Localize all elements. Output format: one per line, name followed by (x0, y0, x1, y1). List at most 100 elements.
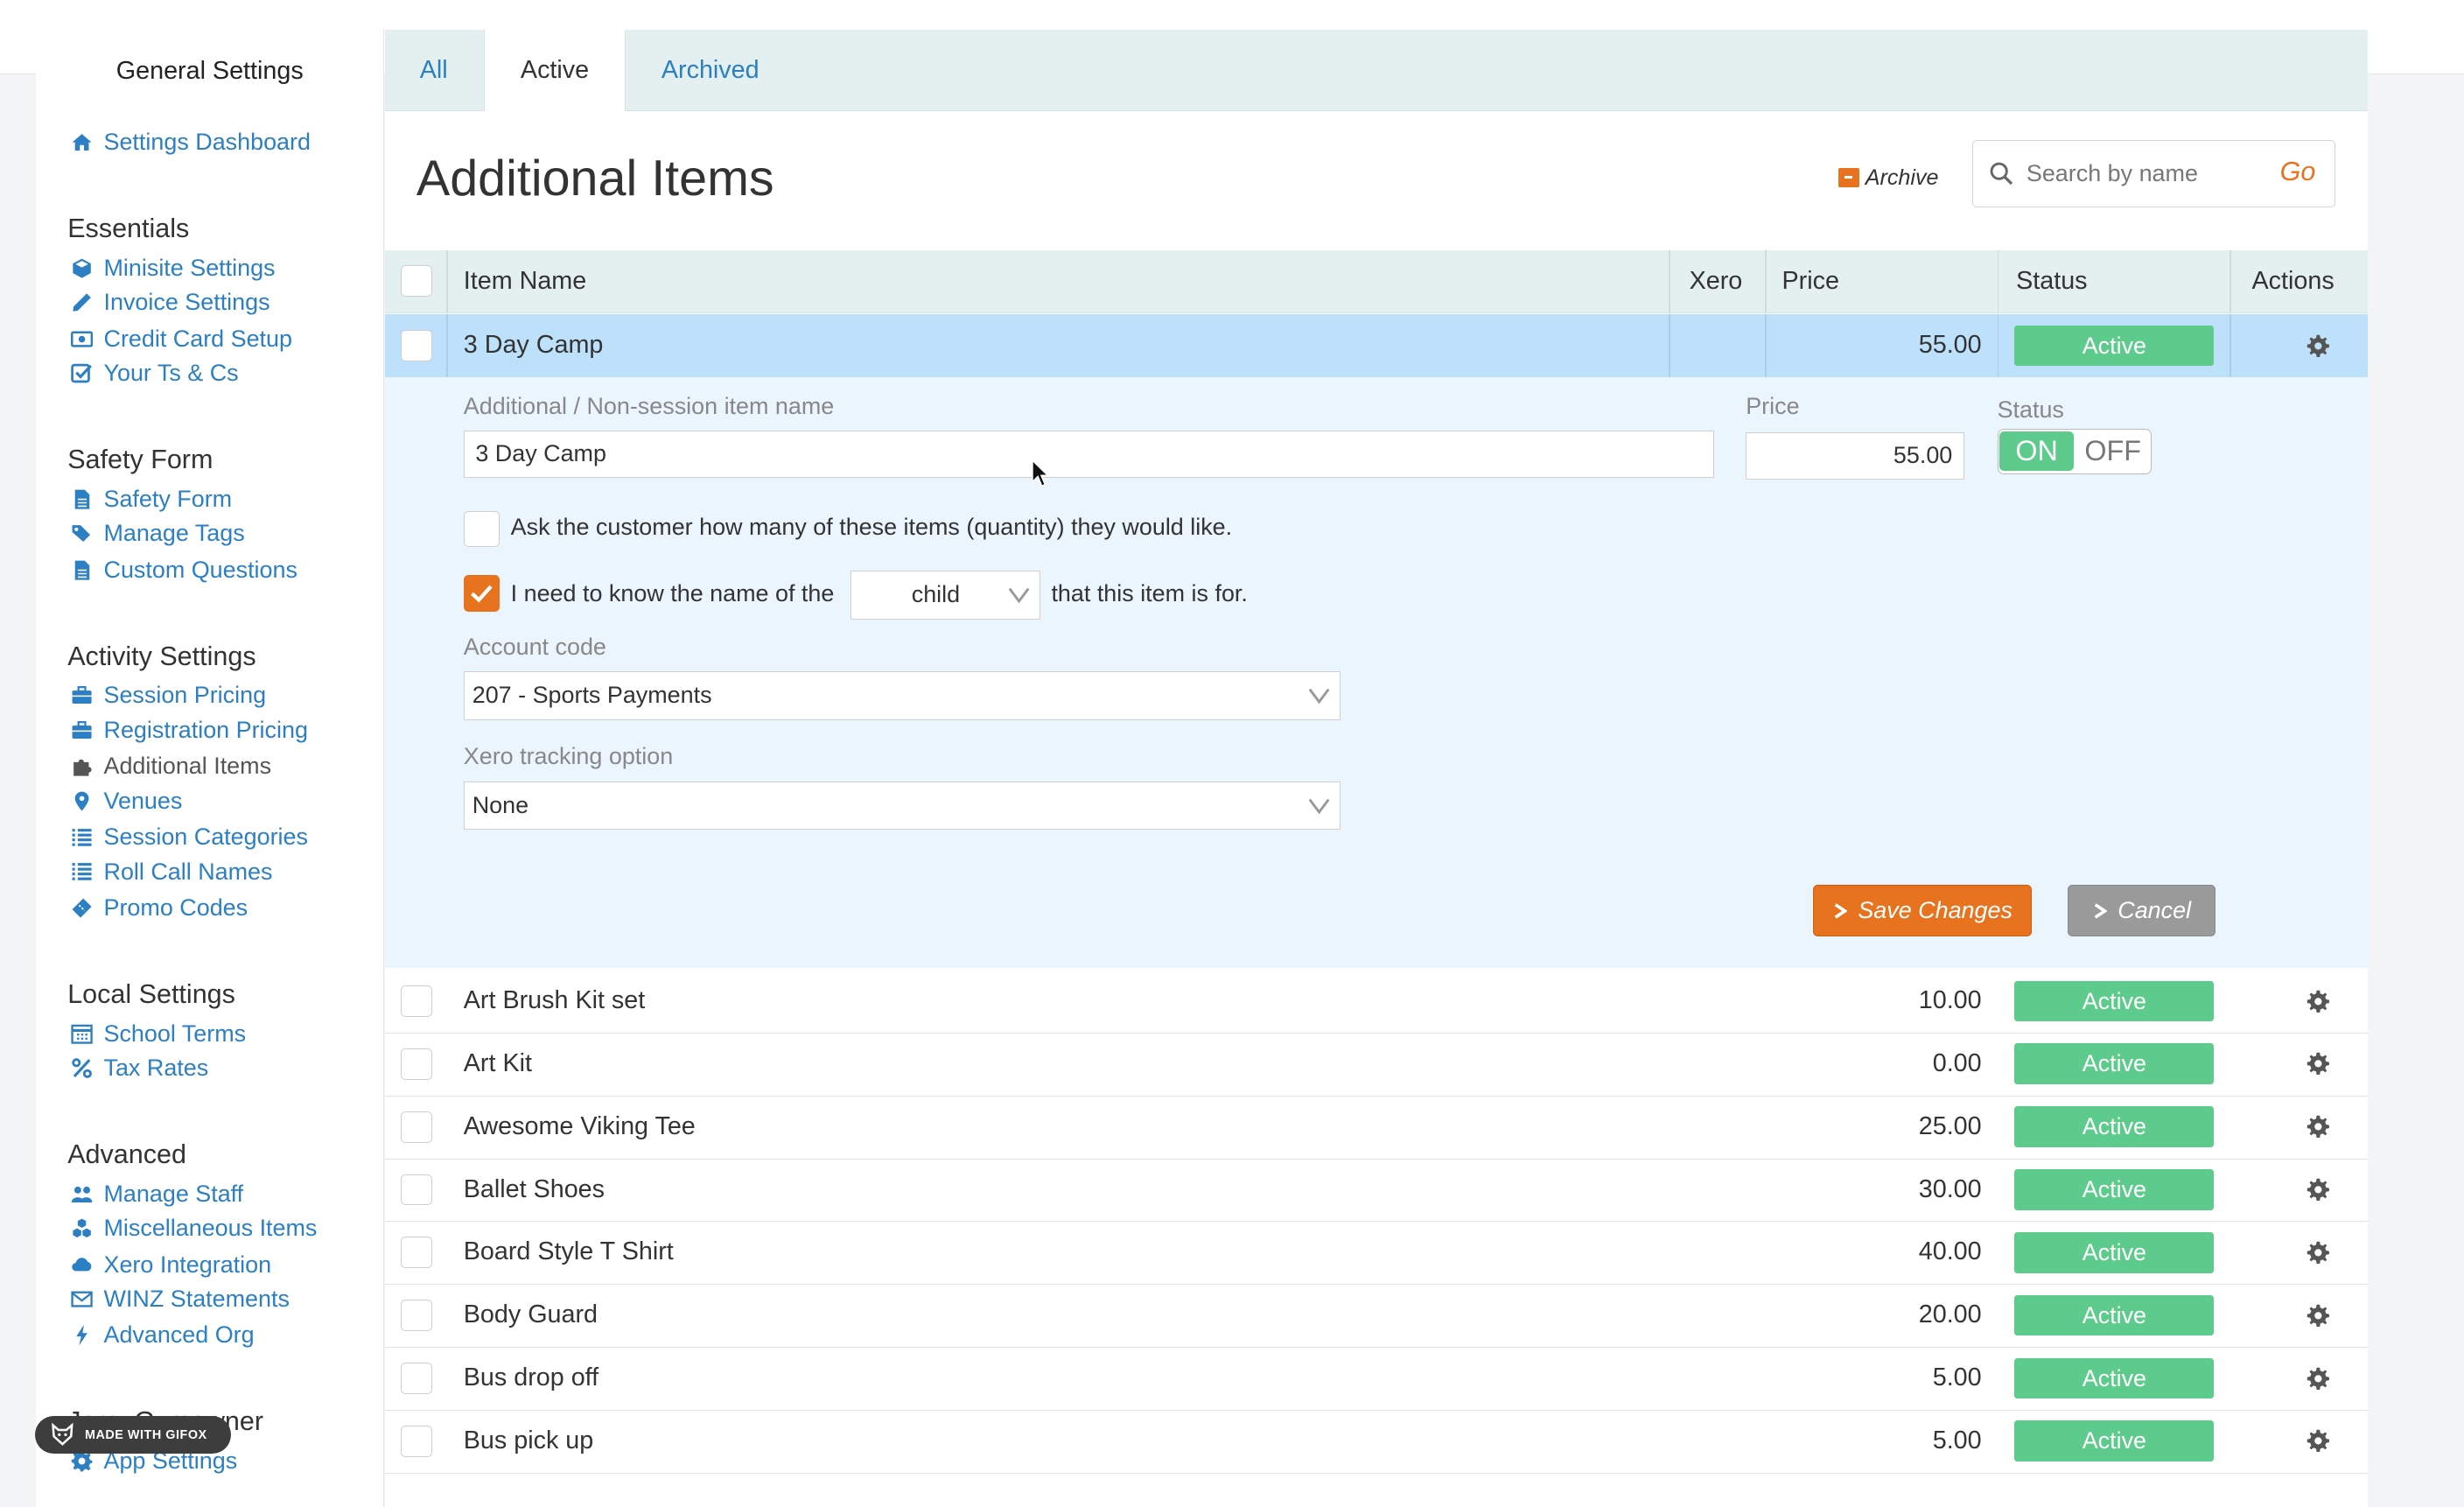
sidebar-item-label: Promo Codes (103, 894, 248, 921)
table-row-selected[interactable]: 3 Day Camp 55.00 Active (384, 314, 2369, 377)
sidebar-item-roll-call-names[interactable]: Roll Call Names (69, 859, 273, 886)
archive-icon (1838, 168, 1859, 187)
row-checkbox[interactable] (400, 1048, 432, 1080)
sidebar-item-session-pricing[interactable]: Session Pricing (69, 682, 266, 709)
sidebar-item-promo-codes[interactable]: Promo Codes (69, 894, 248, 922)
price-label: Price (1746, 392, 1800, 419)
sidebar-item-session-categories[interactable]: Session Categories (69, 824, 308, 851)
sidebar-item-credit-card-setup[interactable]: Credit Card Setup (69, 326, 292, 353)
arrow-right-icon (2094, 903, 2107, 919)
row-checkbox[interactable] (400, 1111, 432, 1143)
header-item-name[interactable]: Item Name (464, 250, 586, 313)
gear-icon[interactable] (2306, 1114, 2331, 1139)
home-icon (69, 130, 94, 155)
sidebar-item-settings-dashboard[interactable]: Settings Dashboard (69, 129, 311, 156)
quantity-checkbox[interactable] (463, 510, 500, 547)
save-changes-button[interactable]: Save Changes (1813, 885, 2033, 937)
chevron-down-icon (1008, 587, 1030, 604)
gifox-watermark: MADE WITH GIFOX (34, 1416, 231, 1454)
gear-icon[interactable] (2306, 989, 2331, 1014)
gear-icon[interactable] (2306, 1240, 2331, 1265)
row-checkbox[interactable] (400, 1174, 432, 1206)
price-input[interactable] (1746, 431, 1964, 480)
select-all-checkbox[interactable] (400, 265, 432, 298)
row-checkbox[interactable] (400, 1363, 432, 1394)
sidebar-item-additional-items[interactable]: Additional Items (69, 753, 271, 780)
table-row[interactable]: Bus pick up 5.00 Active (384, 1410, 2369, 1474)
status-toggle[interactable]: ON OFF (1997, 429, 2152, 475)
calendar-icon (69, 1021, 94, 1047)
page-title: Additional Items (416, 150, 774, 207)
tab-all[interactable]: All (385, 30, 482, 111)
cancel-label: Cancel (2118, 897, 2192, 924)
sidebar-item-manage-staff[interactable]: Manage Staff (69, 1181, 243, 1208)
gear-icon[interactable] (2306, 1366, 2331, 1391)
percent-icon (69, 1055, 94, 1081)
row-checkbox[interactable] (400, 1425, 432, 1457)
header-status[interactable]: Status (2016, 250, 2087, 313)
tracking-option-select[interactable]: None (463, 781, 1340, 831)
gear-icon[interactable] (2306, 1051, 2331, 1076)
table-row[interactable]: Ballet Shoes 30.00 Active (384, 1159, 2369, 1223)
row-checkbox[interactable] (400, 1237, 432, 1269)
gear-icon[interactable] (2306, 1303, 2331, 1328)
money-icon (69, 326, 94, 352)
row-checkbox[interactable] (400, 330, 432, 362)
person-type-select[interactable]: child (850, 570, 1040, 620)
tracking-option-label: Xero tracking option (463, 743, 674, 770)
sidebar-item-label: Miscellaneous Items (103, 1215, 318, 1242)
gear-icon[interactable] (2306, 333, 2331, 359)
sidebar-item-label: Registration Pricing (103, 716, 308, 743)
sidebar-item-label: Manage Tags (103, 520, 245, 547)
gear-icon[interactable] (2306, 1428, 2331, 1454)
table-row[interactable]: Art Kit 0.00 Active (384, 1033, 2369, 1097)
sidebar-item-xero-integration[interactable]: Xero Integration (69, 1251, 271, 1279)
list-icon (69, 859, 94, 885)
archive-button[interactable]: Archive (1838, 165, 1938, 191)
sidebar-item-manage-tags[interactable]: Manage Tags (69, 520, 245, 547)
sidebar-item-custom-questions[interactable]: Custom Questions (69, 557, 298, 584)
sidebar-item-school-terms[interactable]: School Terms (69, 1020, 246, 1048)
row-checkbox[interactable] (400, 985, 432, 1017)
sidebar-item-label: Roll Call Names (103, 858, 273, 885)
account-code-select[interactable]: 207 - Sports Payments (463, 670, 1340, 720)
sidebar-item-your-ts-cs[interactable]: Your Ts & Cs (69, 360, 239, 387)
item-name-input[interactable] (463, 431, 1715, 478)
table-row[interactable]: Awesome Viking Tee 25.00 Active (384, 1096, 2369, 1160)
search-box: Go (1971, 139, 2335, 208)
table-row[interactable]: Art Brush Kit set 10.00 Active (384, 970, 2369, 1034)
tab-archived[interactable]: Archived (627, 30, 794, 111)
check-square-icon (69, 361, 94, 386)
header-price[interactable]: Price (1782, 250, 1839, 313)
gear-icon[interactable] (2306, 1177, 2331, 1202)
sidebar-item-tax-rates[interactable]: Tax Rates (69, 1055, 208, 1082)
sidebar-item-advanced-org[interactable]: Advanced Org (69, 1321, 255, 1349)
row-checkbox[interactable] (400, 1300, 432, 1332)
sidebar-item-winz-statements[interactable]: WINZ Statements (69, 1286, 290, 1313)
table-row[interactable]: Bus drop off 5.00 Active (384, 1347, 2369, 1411)
sidebar-item-miscellaneous-items[interactable]: Miscellaneous Items (69, 1215, 317, 1242)
sidebar-item-venues[interactable]: Venues (69, 788, 182, 815)
sidebar-item-invoice-settings[interactable]: Invoice Settings (69, 289, 270, 316)
header-xero[interactable]: Xero (1690, 250, 1743, 313)
tab-active[interactable]: Active (484, 30, 626, 112)
map-marker-icon (69, 789, 94, 814)
sidebar-item-label: Tax Rates (103, 1055, 209, 1082)
search-go-button[interactable]: Go (2280, 157, 2316, 187)
sidebar-item-label: Custom Questions (103, 556, 298, 583)
sidebar-item-registration-pricing[interactable]: Registration Pricing (69, 717, 308, 744)
search-input[interactable] (2023, 154, 2265, 193)
status-badge: Active (2014, 1231, 2215, 1273)
sidebar-item-minisite-settings[interactable]: Minisite Settings (69, 255, 276, 282)
row-price: 0.00 (1932, 1048, 1982, 1077)
file-icon (69, 487, 94, 512)
table-row[interactable]: Board Style T Shirt 40.00 Active (384, 1221, 2369, 1286)
sidebar-item-label: Xero Integration (103, 1251, 272, 1278)
search-icon (1990, 162, 2012, 186)
name-required-checkbox[interactable] (463, 575, 500, 612)
cancel-button[interactable]: Cancel (2068, 885, 2216, 937)
table-row[interactable]: Body Guard 20.00 Active (384, 1284, 2369, 1349)
sidebar-item-safety-form[interactable]: Safety Form (69, 486, 232, 513)
row-item-name: Board Style T Shirt (463, 1237, 674, 1266)
status-badge: Active (2014, 325, 2215, 367)
